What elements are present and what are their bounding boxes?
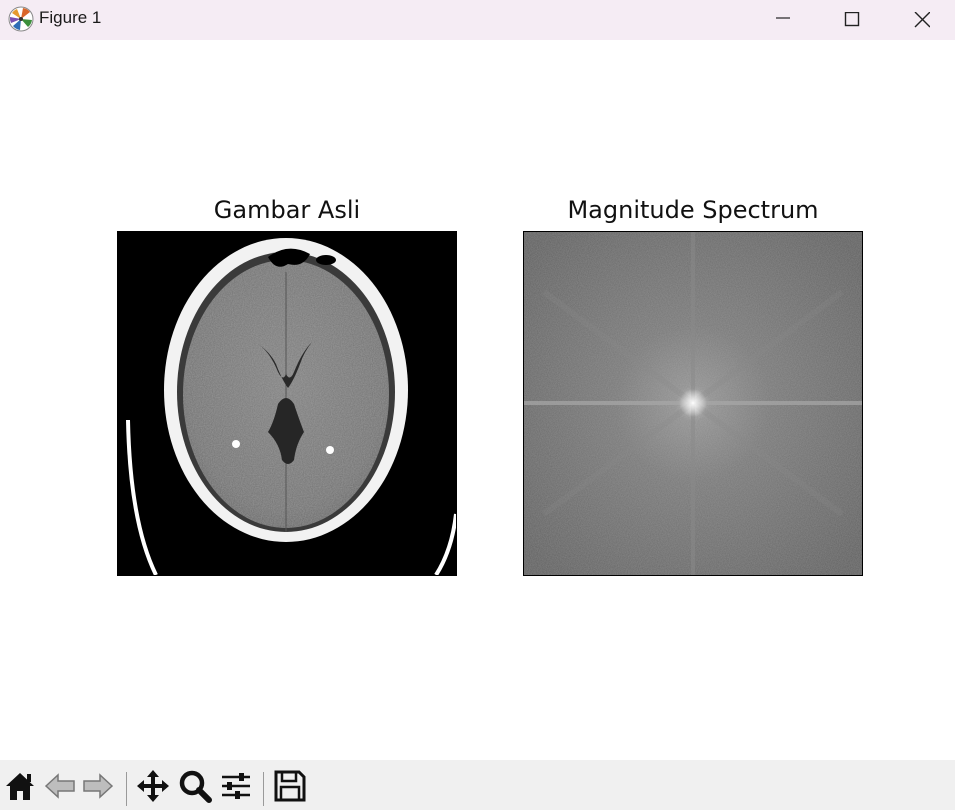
forward-arrow-icon [83,773,114,799]
minimize-button[interactable] [760,0,806,40]
ct-brain-scan-image [118,232,456,575]
navigation-toolbar [0,760,955,810]
zoom-magnifier-icon [179,770,212,803]
axes-spectrum-image[interactable] [523,231,863,576]
axes-original-image[interactable] [117,231,457,576]
configure-subplots-icon [222,773,250,799]
pan-move-icon [137,770,169,802]
subplot-title-spectrum: Magnitude Spectrum [567,196,819,224]
fft-magnitude-spectrum-image [524,232,862,575]
toolbar-separator [126,772,127,806]
close-button[interactable] [899,0,945,40]
maximize-icon [844,12,860,27]
subplot-title-original: Gambar Asli [213,196,361,224]
window-titlebar[interactable]: Figure 1 [0,0,955,40]
close-icon [914,12,930,28]
home-icon [6,773,34,800]
toolbar-separator [263,772,264,806]
save-button[interactable] [272,768,308,804]
figure-canvas[interactable]: Gambar Asli Magnitude Spectrum [0,40,955,760]
zoom-button[interactable] [177,768,213,804]
home-button[interactable] [2,768,38,804]
configure-subplots-button[interactable] [218,768,254,804]
back-button[interactable] [42,768,78,804]
minimize-icon [776,17,790,19]
pan-button[interactable] [135,768,171,804]
matplotlib-logo-icon [8,6,34,32]
window-title: Figure 1 [39,8,102,27]
forward-button[interactable] [80,768,116,804]
maximize-button[interactable] [829,0,875,40]
back-arrow-icon [44,773,75,799]
save-floppy-icon [274,770,306,802]
